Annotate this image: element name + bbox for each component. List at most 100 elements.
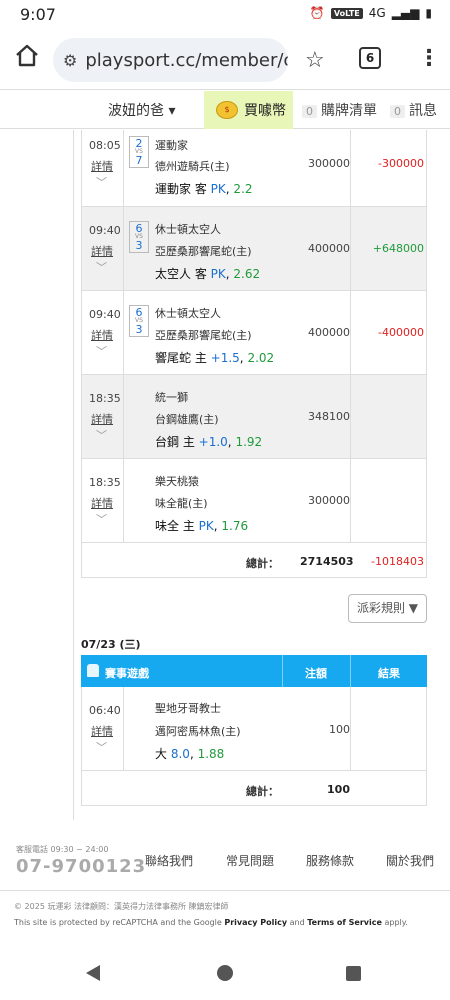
pick-line: 味全 主 PK, 1.76 <box>155 519 249 533</box>
buy-coin-button[interactable]: $ 買噱幣 <box>204 91 293 129</box>
content-border <box>73 130 74 820</box>
copyright: © 2025 玩運彩 法律顧問：漢英得力法律事務所 陳鎮宏律師 <box>14 902 229 911</box>
game-time: 18:35 <box>89 476 121 489</box>
home-icon[interactable] <box>14 44 40 68</box>
pick-line: 響尾蛇 主 +1.5, 2.02 <box>155 351 275 365</box>
buy-coin-label: 買噱幣 <box>244 103 286 119</box>
tab-switcher-button[interactable]: 6 <box>359 47 381 69</box>
bet-amount: 348100 <box>308 410 350 423</box>
home-team: 德州遊騎兵(主) <box>155 160 230 173</box>
message-link[interactable]: 0 訊息 <box>390 100 437 120</box>
bet-table-2: 06:40 詳情 ﹀ 聖地牙哥教士 邁阿密馬林魚(主) 大 8.0, 1.88 … <box>81 687 427 806</box>
table-row: 06:40 詳情 ﹀ 聖地牙哥教士 邁阿密馬林魚(主) 大 8.0, 1.88 … <box>82 687 426 771</box>
chevron-down-icon[interactable]: ﹀ <box>96 343 107 359</box>
more-menu-icon[interactable]: ⋮ <box>418 46 440 71</box>
site-top-nav: 波妞的爸 ▾ $ 買噱幣 0 購牌清單 0 訊息 <box>0 91 450 129</box>
away-team: 休士頓太空人 <box>155 223 221 236</box>
chevron-down-icon[interactable]: ﹀ <box>96 739 107 755</box>
bet-amount: 300000 <box>308 494 350 507</box>
header-game: 賽事遊戲 <box>105 667 149 680</box>
volte-icon: VoLTE <box>330 7 363 19</box>
chevron-down-icon[interactable]: ﹀ <box>96 259 107 275</box>
footer-link-terms[interactable]: 服務條款 <box>306 852 354 869</box>
message-label: 訊息 <box>409 103 437 119</box>
chevron-down-icon[interactable]: ﹀ <box>96 511 107 527</box>
pick-line: 大 8.0, 1.88 <box>155 747 225 761</box>
score-box: 6 VS 3 <box>129 305 149 337</box>
database-icon <box>87 664 99 677</box>
detail-link[interactable]: 詳情 <box>91 243 113 259</box>
detail-link[interactable]: 詳情 <box>91 158 113 174</box>
away-team: 聖地牙哥教士 <box>155 702 221 715</box>
footer-link-faq[interactable]: 常見問題 <box>226 852 274 869</box>
recents-icon[interactable] <box>346 966 361 981</box>
alarm-icon: ⏰ <box>309 6 325 20</box>
chevron-down-icon[interactable]: ﹀ <box>96 427 107 443</box>
home-team: 亞歷桑那響尾蛇(主) <box>155 329 252 342</box>
total-amount: 100 <box>327 783 350 796</box>
back-icon[interactable] <box>86 965 100 981</box>
away-team: 運動家 <box>155 139 188 152</box>
message-count: 0 <box>390 105 405 118</box>
pick-line: 太空人 客 PK, 2.62 <box>155 267 261 281</box>
table-row: 08:05 詳情 ﹀ 2 VS 7 運動家 德州遊騎兵(主) 運動家 客 PK, 2… <box>82 130 426 207</box>
signal-icon: ▂▄▆ <box>391 6 420 20</box>
address-bar[interactable]: ⚙ playsport.cc/member/ch <box>53 38 288 82</box>
user-menu[interactable]: 波妞的爸 ▾ <box>108 100 175 120</box>
battery-icon: ▮ <box>425 6 432 20</box>
total-result: -1018403 <box>371 555 424 568</box>
status-time: 9:07 <box>20 5 56 24</box>
away-team: 統一獅 <box>155 391 188 404</box>
bet-result: +648000 <box>372 242 424 255</box>
away-team: 休士頓太空人 <box>155 307 221 320</box>
bet-result: -300000 <box>378 157 424 170</box>
score-box: 6 VS 3 <box>129 221 149 253</box>
game-time: 08:05 <box>89 139 121 152</box>
payout-rules-button[interactable]: 派彩規則 ▼ <box>348 594 427 623</box>
table-row: 09:40 詳情 ﹀ 6 VS 3 休士頓太空人 亞歷桑那響尾蛇(主) 太空人 客 … <box>82 207 426 291</box>
terms-of-service-link[interactable]: Terms of Service <box>307 918 382 927</box>
game-time: 09:40 <box>89 308 121 321</box>
bet-amount: 300000 <box>308 157 350 170</box>
bookmark-star-icon[interactable]: ☆ <box>305 48 325 73</box>
footer-link-contact[interactable]: 聯絡我們 <box>145 852 193 869</box>
cart-count: 0 <box>302 105 317 118</box>
status-bar: 9:07 ⏰ VoLTE 4G ▂▄▆ ▮ <box>0 0 450 30</box>
service-phone[interactable]: 07-9700123 <box>16 856 146 877</box>
total-label: 總計： <box>246 557 279 570</box>
total-row: 總計： 2714503 -1018403 <box>82 543 426 578</box>
url-text: playsport.cc/member/ch <box>85 49 288 71</box>
status-icons: ⏰ VoLTE 4G ▂▄▆ ▮ <box>310 6 432 20</box>
network-icon: 4G <box>368 6 386 20</box>
detail-link[interactable]: 詳情 <box>91 411 113 427</box>
table-row: 18:35 詳情 ﹀ 樂天桃猿 味全龍(主) 味全 主 PK, 1.76 300… <box>82 459 426 543</box>
cart-link[interactable]: 0 購牌清單 <box>302 100 377 120</box>
detail-link[interactable]: 詳情 <box>91 723 113 739</box>
service-hours: 客服電話 09:30 ~ 24:00 <box>16 845 109 854</box>
game-time: 09:40 <box>89 224 121 237</box>
footer-link-about[interactable]: 關於我們 <box>386 852 434 869</box>
home-button-icon[interactable] <box>217 965 233 981</box>
game-time: 18:35 <box>89 392 121 405</box>
cart-label: 購牌清單 <box>321 103 377 119</box>
pick-line: 運動家 客 PK, 2.2 <box>155 182 253 196</box>
bet-amount: 400000 <box>308 242 350 255</box>
chevron-down-icon[interactable]: ﹀ <box>96 174 107 190</box>
site-settings-icon[interactable]: ⚙ <box>63 51 77 70</box>
bet-result: -400000 <box>378 326 424 339</box>
site-footer: 客服電話 09:30 ~ 24:00 07-9700123 聯絡我們 常見問題 … <box>0 834 450 894</box>
pick-line: 台鋼 主 +1.0, 1.92 <box>155 435 263 449</box>
home-team: 台鋼雄鷹(主) <box>155 413 219 426</box>
score-box: 2 VS 7 <box>129 136 149 168</box>
privacy-policy-link[interactable]: Privacy Policy <box>224 918 287 927</box>
table-row: 09:40 詳情 ﹀ 6 VS 3 休士頓太空人 亞歷桑那響尾蛇(主) 響尾蛇 主 … <box>82 291 426 375</box>
total-amount: 2714503 <box>300 555 354 568</box>
detail-link[interactable]: 詳情 <box>91 495 113 511</box>
detail-link[interactable]: 詳情 <box>91 327 113 343</box>
coin-icon: $ <box>216 101 238 119</box>
header-result: 結果 <box>378 667 400 680</box>
section-date: 07/23 (三) <box>81 638 141 651</box>
home-team: 亞歷桑那響尾蛇(主) <box>155 245 252 258</box>
home-team: 味全龍(主) <box>155 497 208 510</box>
total-row: 總計： 100 <box>82 771 426 806</box>
